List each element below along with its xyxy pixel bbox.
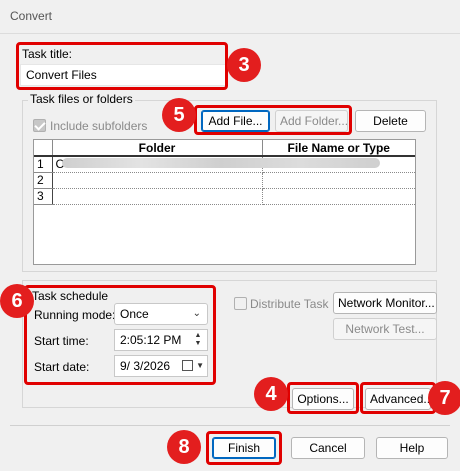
help-button[interactable]: Help: [376, 437, 448, 459]
annotation-box-finish: [206, 431, 282, 465]
annotation-badge-8: 8: [167, 430, 201, 464]
network-test-button[interactable]: Network Test...: [333, 318, 437, 340]
row-number: 3: [34, 187, 53, 205]
include-subfolders-checkbox[interactable]: [33, 119, 46, 132]
cell-folder[interactable]: [51, 187, 263, 205]
task-files-group-label: Task files or folders: [28, 92, 135, 106]
annotation-box-advanced: [360, 382, 436, 414]
row-number: 2: [34, 171, 53, 189]
distribute-task-label: Distribute Task: [250, 297, 329, 311]
annotation-box-task-schedule: [24, 285, 216, 385]
files-table: Folder File Name or Type 1 C 2 3: [34, 140, 415, 205]
distribute-task-checkbox[interactable]: [234, 297, 247, 310]
cell-file[interactable]: [261, 187, 415, 205]
row-number: 1: [34, 155, 53, 173]
cell-file[interactable]: [261, 171, 415, 189]
header-corner: [34, 140, 53, 157]
redacted-path: [62, 158, 380, 168]
cell-folder[interactable]: [51, 171, 263, 189]
cancel-button[interactable]: Cancel: [291, 437, 365, 459]
files-table-header: Folder File Name or Type: [34, 140, 415, 157]
table-row[interactable]: 2: [34, 171, 415, 189]
annotation-box-task-title: [16, 42, 228, 90]
column-header-folder[interactable]: Folder: [51, 140, 263, 157]
delete-button[interactable]: Delete: [355, 110, 426, 132]
annotation-box-options: [287, 382, 359, 414]
footer-separator: [10, 425, 450, 426]
annotation-badge-5: 5: [162, 98, 196, 132]
annotation-box-add-buttons: [194, 105, 352, 135]
annotation-badge-4: 4: [254, 377, 288, 411]
network-monitor-button[interactable]: Network Monitor...: [333, 292, 437, 314]
include-subfolders-label: Include subfolders: [50, 119, 148, 133]
window-title: Convert: [10, 9, 53, 23]
table-row[interactable]: 3: [34, 187, 415, 205]
column-header-file-name-type[interactable]: File Name or Type: [261, 140, 415, 157]
annotation-badge-6: 6: [0, 284, 34, 318]
annotation-badge-7: 7: [428, 381, 460, 415]
title-separator: [0, 33, 460, 34]
annotation-badge-3: 3: [227, 48, 261, 82]
